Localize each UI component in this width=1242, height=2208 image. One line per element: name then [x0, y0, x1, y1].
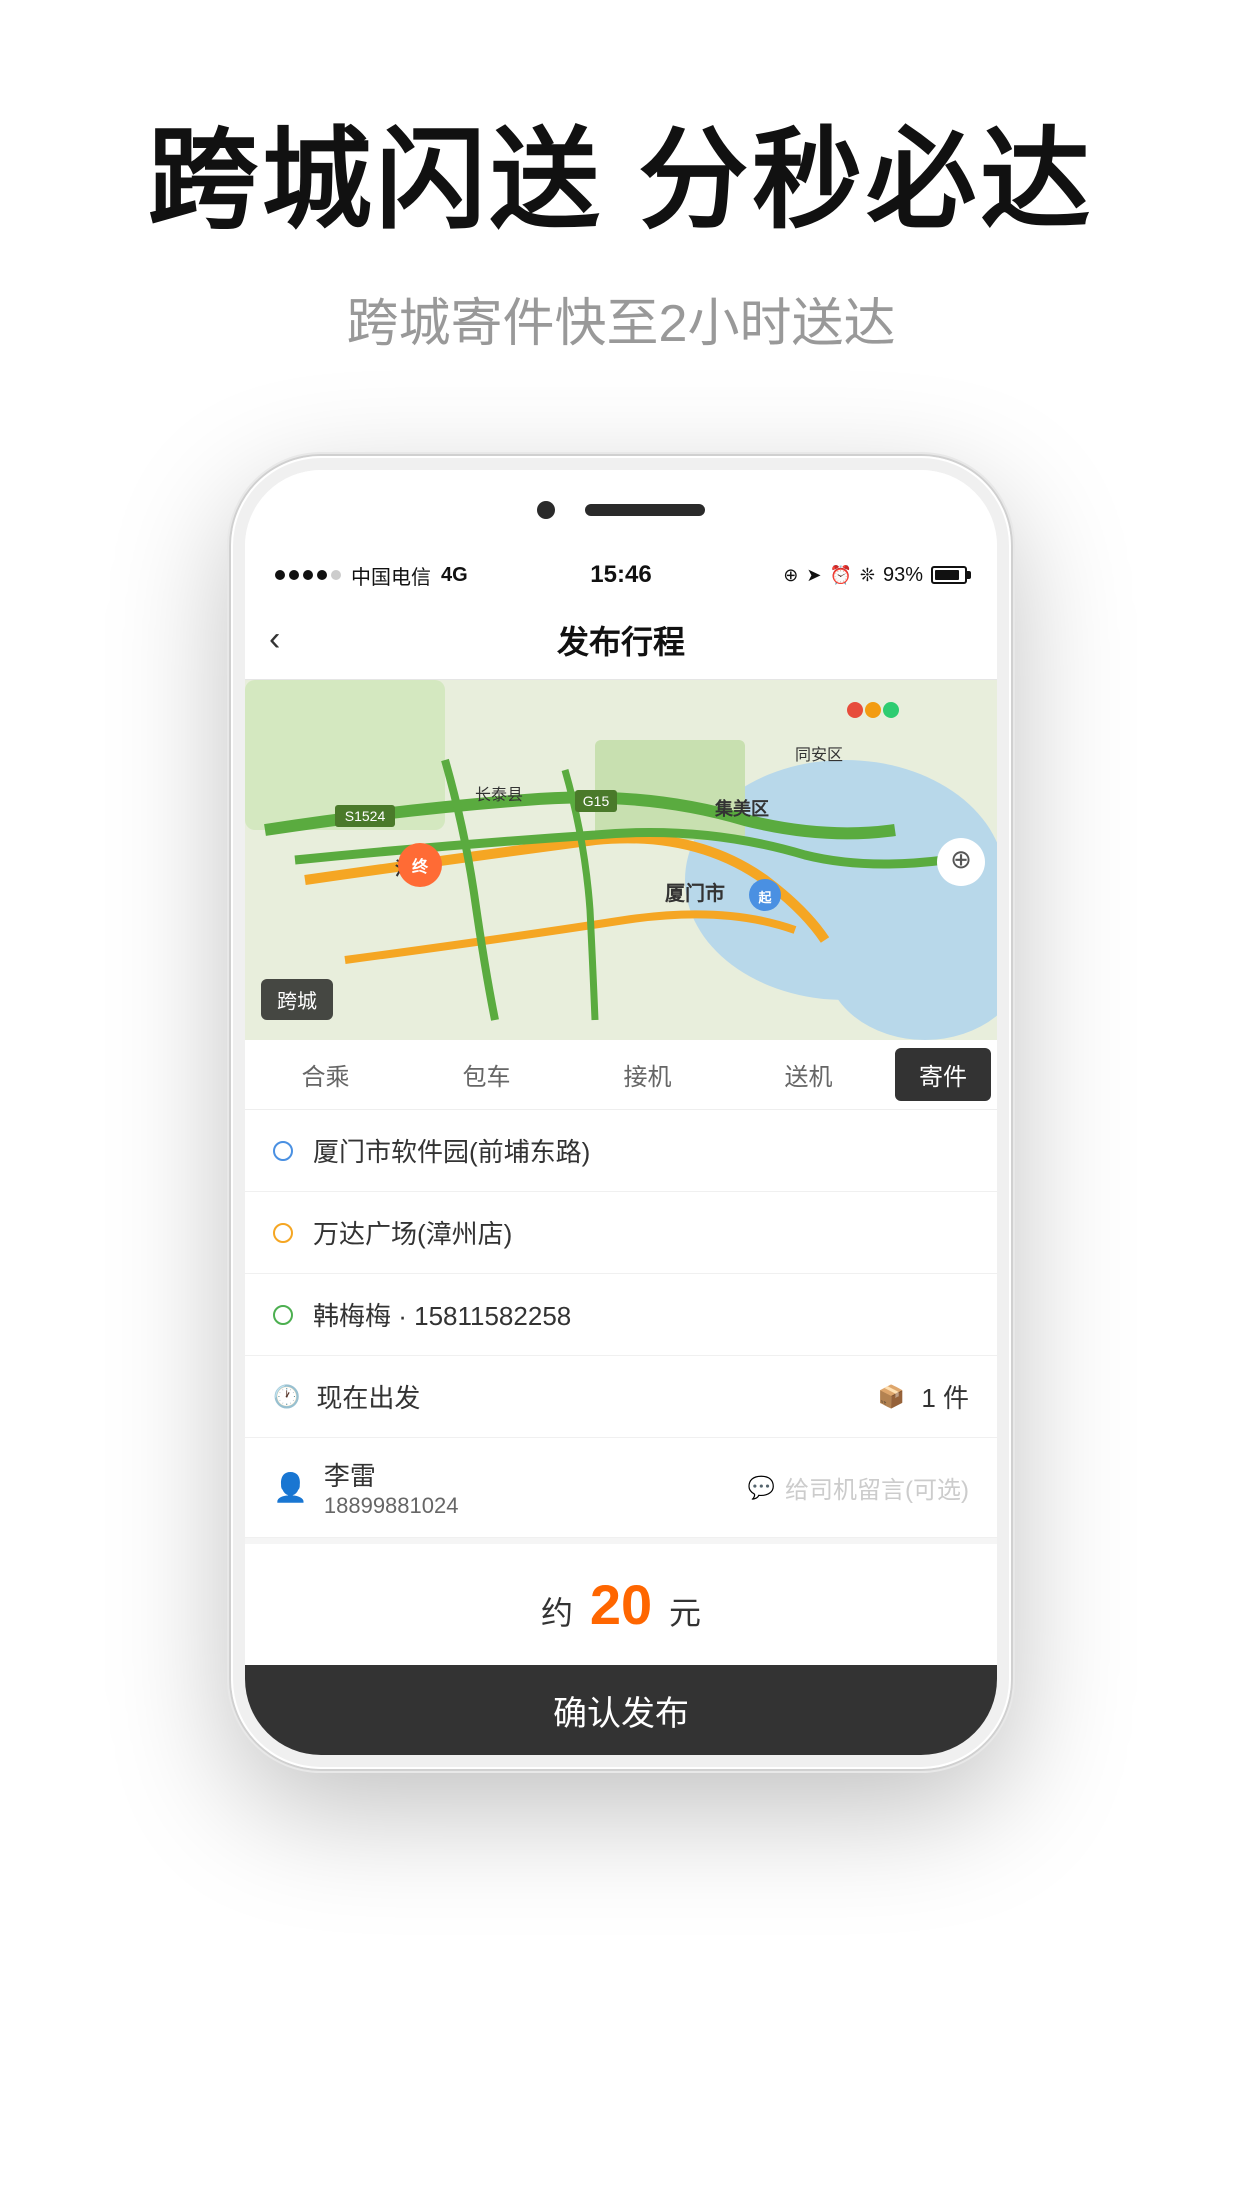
- svg-text:终: 终: [412, 857, 429, 876]
- price-prefix: 约: [541, 1595, 573, 1631]
- status-left: 中国电信 4G: [275, 561, 468, 590]
- back-button[interactable]: ‹: [269, 620, 280, 659]
- network-type: 4G: [441, 564, 468, 587]
- pickup-icon: [273, 1141, 293, 1161]
- hero-subtitle: 跨城寄件快至2小时送达: [80, 281, 1162, 356]
- message-section[interactable]: 💬 给司机留言(可选): [748, 1470, 969, 1505]
- nav-title: 发布行程: [557, 617, 685, 663]
- battery-fill: [935, 570, 959, 580]
- confirm-button[interactable]: 确认发布: [245, 1665, 997, 1755]
- package-count-text: 1 件: [921, 1378, 969, 1415]
- carrier-label: 中国电信: [351, 561, 431, 590]
- package-icon: 📦: [878, 1384, 905, 1410]
- status-right: ⊕ ➤ ⏰ ❊ 93%: [783, 564, 967, 587]
- hero-section: 跨城闪送 分秒必达 跨城寄件快至2小时送达: [0, 0, 1242, 396]
- time-package-row: 🕐 现在出发 📦 1 件: [245, 1356, 997, 1438]
- contact-row[interactable]: 韩梅梅 · 15811582258: [245, 1274, 997, 1356]
- form-area: 厦门市软件园(前埔东路) 万达广场(漳州店) 韩梅梅 · 15811582258…: [245, 1110, 997, 1538]
- depart-section[interactable]: 🕐 现在出发: [273, 1378, 878, 1415]
- svg-text:⊕: ⊕: [950, 844, 972, 874]
- tab-bar: 合乘 包车 接机 送机 寄件: [245, 1040, 997, 1110]
- contact-text: 韩梅梅 · 15811582258: [313, 1296, 571, 1333]
- destination-icon: [273, 1223, 293, 1243]
- battery-icon: [931, 566, 967, 584]
- tab-charter[interactable]: 包车: [406, 1040, 567, 1109]
- phone-screen: 中国电信 4G 15:46 ⊕ ➤ ⏰ ❊ 93% ‹ 发布行程: [245, 470, 997, 1755]
- tab-dropoff[interactable]: 送机: [728, 1040, 889, 1109]
- map-area[interactable]: S1524 G15 漳州 长泰县 集美区 厦门市 同安区 终 起: [245, 680, 997, 1040]
- user-row: 👤 李雷 18899881024 💬 给司机留言(可选): [245, 1438, 997, 1538]
- svg-text:长泰县: 长泰县: [475, 786, 523, 804]
- phone-mockup: 中国电信 4G 15:46 ⊕ ➤ ⏰ ❊ 93% ‹ 发布行程: [231, 456, 1011, 1769]
- pickup-text: 厦门市软件园(前埔东路): [313, 1132, 590, 1169]
- svg-text:厦门市: 厦门市: [665, 881, 725, 905]
- phone-top-bar: [245, 470, 997, 550]
- destination-row[interactable]: 万达广场(漳州店): [245, 1192, 997, 1274]
- svg-text:集美区: 集美区: [714, 798, 769, 819]
- status-bar: 中国电信 4G 15:46 ⊕ ➤ ⏰ ❊ 93%: [245, 550, 997, 600]
- tab-carpooling[interactable]: 合乘: [245, 1040, 406, 1109]
- package-section[interactable]: 📦 1 件: [878, 1378, 969, 1415]
- message-icon: 💬: [748, 1475, 775, 1501]
- status-time: 15:46: [590, 561, 651, 589]
- phone-camera: [537, 501, 555, 519]
- pickup-row[interactable]: 厦门市软件园(前埔东路): [245, 1110, 997, 1192]
- nav-bar: ‹ 发布行程: [245, 600, 997, 680]
- tab-pickup[interactable]: 接机: [567, 1040, 728, 1109]
- tab-parcel[interactable]: 寄件: [895, 1048, 991, 1101]
- phone-container: 中国电信 4G 15:46 ⊕ ➤ ⏰ ❊ 93% ‹ 发布行程: [0, 396, 1242, 1769]
- battery-percent: 93%: [883, 564, 923, 587]
- price-area: 约 20 元: [245, 1538, 997, 1665]
- svg-text:起: 起: [757, 890, 772, 905]
- phone-speaker: [585, 504, 705, 516]
- destination-text: 万达广场(漳州店): [313, 1214, 512, 1251]
- user-info: 李雷 18899881024: [324, 1456, 748, 1519]
- signal-dots: [275, 570, 341, 580]
- price-unit: 元: [669, 1595, 701, 1631]
- message-placeholder: 给司机留言(可选): [785, 1470, 969, 1505]
- depart-time-text: 现在出发: [316, 1378, 420, 1415]
- price-amount: 20: [590, 1573, 652, 1636]
- user-icon: 👤: [273, 1471, 308, 1504]
- hero-title: 跨城闪送 分秒必达: [80, 120, 1162, 241]
- contact-icon: [273, 1305, 293, 1325]
- svg-text:S1524: S1524: [345, 808, 386, 824]
- svg-text:同安区: 同安区: [795, 746, 843, 764]
- sender-name: 李雷: [324, 1456, 748, 1493]
- sender-phone: 18899881024: [324, 1493, 748, 1519]
- svg-text:G15: G15: [583, 793, 610, 809]
- sender-section[interactable]: 👤 李雷 18899881024: [273, 1456, 748, 1519]
- clock-icon: 🕐: [273, 1384, 300, 1410]
- cross-city-badge: 跨城: [261, 979, 333, 1020]
